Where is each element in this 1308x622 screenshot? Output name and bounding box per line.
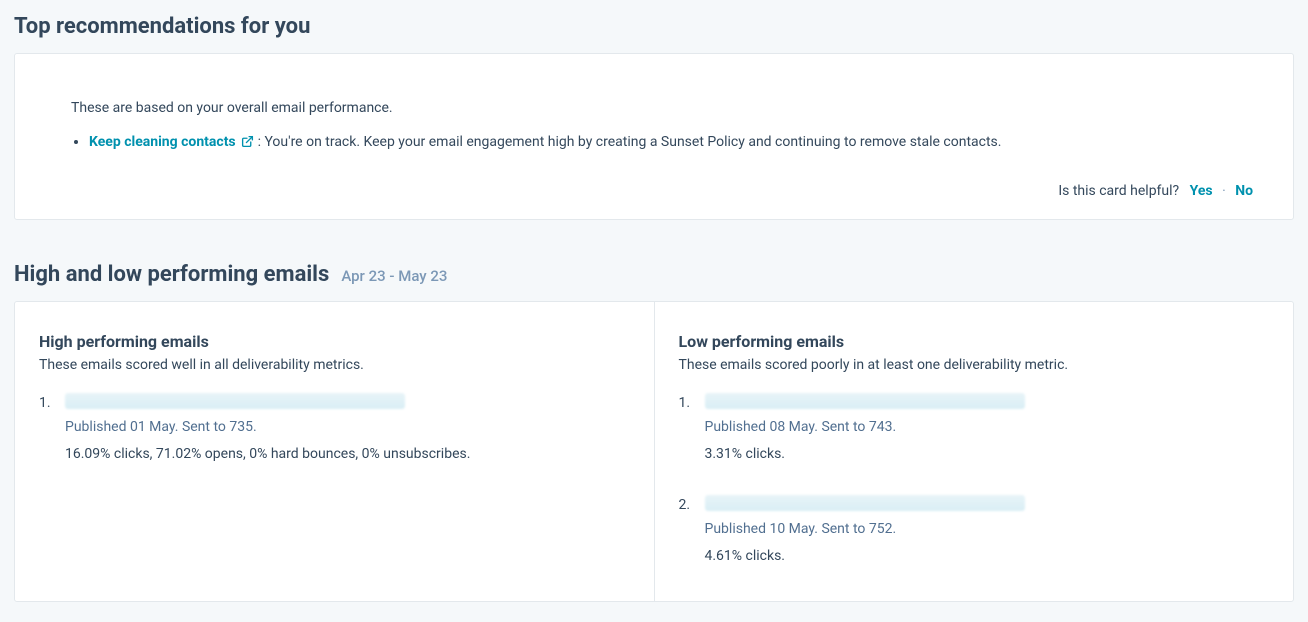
list-number: 2.	[679, 495, 691, 567]
email-name-redacted[interactable]	[65, 393, 405, 409]
email-name-redacted[interactable]	[705, 393, 1025, 409]
recommendations-list: Keep cleaning contacts : You're on track…	[71, 132, 1253, 155]
email-meta: Published 10 May. Sent to 752.	[705, 519, 1270, 540]
performance-card: High performing emails These emails scor…	[14, 301, 1294, 602]
recommendation-link[interactable]: Keep cleaning contacts	[89, 134, 258, 150]
email-stats: 16.09% clicks, 71.02% opens, 0% hard bou…	[65, 444, 630, 465]
recommendations-intro: These are based on your overall email pe…	[71, 100, 1253, 116]
feedback-separator: ·	[1222, 183, 1226, 199]
performance-title: High and low performing emails	[14, 262, 329, 287]
recommendations-title: Top recommendations for you	[14, 14, 1294, 39]
high-email-item: 1. Published 01 May. Sent to 735. 16.09%…	[39, 393, 630, 465]
feedback-yes-button[interactable]: Yes	[1190, 183, 1213, 199]
low-email-item: 1. Published 08 May. Sent to 743. 3.31% …	[679, 393, 1270, 465]
high-performing-column: High performing emails These emails scor…	[15, 302, 655, 601]
recommendations-card: These are based on your overall email pe…	[14, 53, 1294, 220]
high-heading: High performing emails	[39, 332, 630, 351]
email-stats: 4.61% clicks.	[705, 546, 1270, 567]
email-stats: 3.31% clicks.	[705, 444, 1270, 465]
feedback-row: Is this card helpful? Yes · No	[55, 183, 1253, 199]
low-heading: Low performing emails	[679, 332, 1270, 351]
high-subtext: These emails scored well in all delivera…	[39, 357, 630, 373]
list-number: 1.	[39, 393, 51, 465]
list-number: 1.	[679, 393, 691, 465]
email-meta: Published 08 May. Sent to 743.	[705, 417, 1270, 438]
feedback-prompt: Is this card helpful?	[1058, 183, 1179, 199]
low-subtext: These emails scored poorly in at least o…	[679, 357, 1270, 373]
recommendation-link-label: Keep cleaning contacts	[89, 134, 236, 150]
low-performing-column: Low performing emails These emails score…	[655, 302, 1294, 601]
email-name-redacted[interactable]	[705, 495, 1025, 511]
recommendation-text: You're on track. Keep your email engagem…	[261, 134, 1002, 150]
performance-date-range: Apr 23 - May 23	[341, 267, 447, 285]
recommendation-item: Keep cleaning contacts : You're on track…	[89, 132, 1253, 155]
low-email-item: 2. Published 10 May. Sent to 752. 4.61% …	[679, 495, 1270, 567]
feedback-no-button[interactable]: No	[1235, 183, 1253, 199]
external-link-icon	[241, 134, 254, 155]
email-meta: Published 01 May. Sent to 735.	[65, 417, 630, 438]
